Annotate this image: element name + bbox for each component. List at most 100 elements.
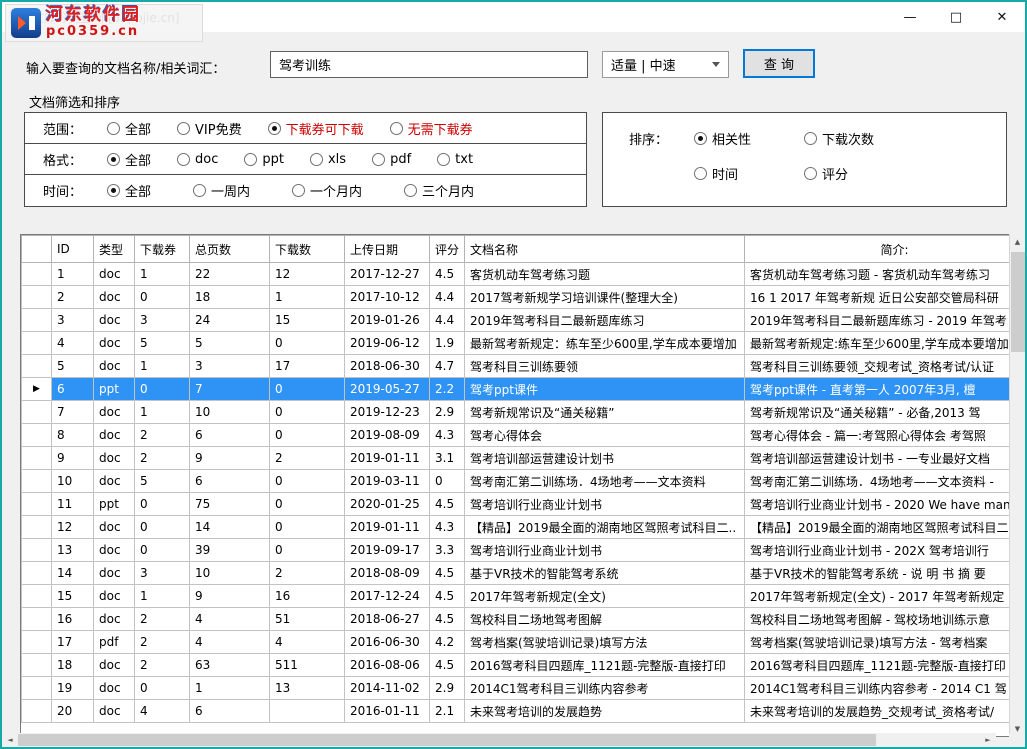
speed-select-value: 适量 | 中速 [611,55,676,74]
column-header-8[interactable]: 简介: [745,236,1013,263]
radio-circle-icon [804,132,817,145]
cell: 12 [52,516,94,539]
cell: 511 [270,654,345,677]
scroll-left-icon[interactable]: ◄ [2,733,18,747]
column-header-2[interactable]: 下载券 [135,236,190,263]
scroll-right-icon[interactable]: ► [980,733,996,747]
radio-option-无需下载券[interactable]: 无需下载券 [390,119,473,138]
watermark-site-name: 河东软件园 [46,7,141,25]
table-row[interactable]: 3doc324152019-01-264.42019年驾考科目二最新题库练习20… [22,309,1013,332]
table-row[interactable]: 19doc01132014-11-022.92014C1驾考科目三训练内容参考2… [22,677,1013,700]
cell: 4.5 [430,263,465,286]
table-row[interactable]: 10doc5602019-03-110驾考南汇第二训练场．4场地考——文本资料驾… [22,470,1013,493]
column-header-6[interactable]: 评分 [430,236,465,263]
row-marker [22,493,52,516]
radio-option-全部[interactable]: 全部 [107,119,151,138]
row-marker [22,424,52,447]
cell: 2017年驾考新规定(全文) - 2017 年驾考新规定 [745,585,1013,608]
column-header-0[interactable]: ID [52,236,94,263]
table-row[interactable]: 5doc13172018-06-304.7驾考科目三训练要领驾考科目三训练要领_… [22,355,1013,378]
speed-select[interactable]: 适量 | 中速 [602,51,729,78]
cell: 2 [135,631,190,654]
scroll-up-icon[interactable]: ▲ [1010,234,1025,250]
radio-option-时间[interactable]: 时间 [694,164,778,183]
cell: 驾考南汇第二训练场．4场地考——文本资料 [465,470,745,493]
radio-option-ppt[interactable]: ppt [244,152,284,167]
cell: 14 [190,516,270,539]
cell: 最新驾考新规定:练车至少600里,学车成本要增加 [745,332,1013,355]
column-header-4[interactable]: 下载数 [270,236,345,263]
cell: 5 [190,332,270,355]
table-row[interactable]: 1doc122122017-12-274.5客货机动车驾考练习题客货机动车驾考练… [22,263,1013,286]
table-row[interactable]: 16doc24512018-06-274.5驾校科目二场地驾考图解驾校科目二场地… [22,608,1013,631]
cell: 驾校科目二场地驾考图解 [465,608,745,631]
cell: 【精品】2019最全面的湖南地区驾照考试科目二.. [745,516,1013,539]
cell: 24 [190,309,270,332]
cell: 16 [270,585,345,608]
row-marker-header [22,236,52,263]
cell: 3 [135,309,190,332]
column-header-3[interactable]: 总页数 [190,236,270,263]
table-row[interactable]: 13doc03902019-09-173.3驾考培训行业商业计划书驾考培训行业商… [22,539,1013,562]
horizontal-scrollbar[interactable]: ◄ ► [2,733,996,747]
vertical-scrollbar[interactable]: ▲ ▼ [1009,234,1025,737]
column-header-7[interactable]: 文档名称 [465,236,745,263]
table-row[interactable]: ▶6ppt0702019-05-272.2驾考ppt课件驾考ppt课件 - 直考… [22,378,1013,401]
table-row[interactable]: 2doc01812017-10-124.42017驾考新规学习培训课件(整理大全… [22,286,1013,309]
radio-option-pdf[interactable]: pdf [372,152,411,167]
row-marker [22,539,52,562]
horizontal-scrollbar-thumb[interactable] [18,734,876,746]
maximize-button[interactable]: □ [933,2,979,32]
radio-option-xls[interactable]: xls [310,152,346,167]
cell: 0 [135,493,190,516]
radio-option-评分[interactable]: 评分 [804,164,888,183]
query-button[interactable]: 查 询 [743,49,815,78]
cell: 15 [270,309,345,332]
cell: 14 [52,562,94,585]
cell: 2016驾考科目四题库_1121题-完整版-直接打印 [745,654,1013,677]
table-row[interactable]: 9doc2922019-01-113.1驾考培训部运营建设计划书驾考培训部运营建… [22,447,1013,470]
radio-option-三个月内[interactable]: 三个月内 [404,181,474,200]
radio-option-下载次数[interactable]: 下载次数 [804,129,888,148]
column-header-1[interactable]: 类型 [94,236,135,263]
cell: 9 [190,447,270,470]
column-header-5[interactable]: 上传日期 [345,236,430,263]
table-row[interactable]: 4doc5502019-06-121.9最新驾考新规定：练车至少600里,学车成… [22,332,1013,355]
radio-label: 下载券可下载 [286,119,364,138]
radio-option-一周内[interactable]: 一周内 [193,181,250,200]
table-row[interactable]: 17pdf2442016-06-304.2驾考档案(驾驶培训记录)填写方法驾考档… [22,631,1013,654]
cell: 1 [270,286,345,309]
table-row[interactable]: 7doc11002019-12-232.9驾考新规常识及“通关秘籍”驾考新规常识… [22,401,1013,424]
radio-option-一个月内[interactable]: 一个月内 [292,181,362,200]
cell: doc [94,470,135,493]
table-row[interactable]: 14doc31022018-08-094.5基于VR技术的智能驾考系统基于VR技… [22,562,1013,585]
radio-option-全部[interactable]: 全部 [107,181,151,200]
radio-option-相关性[interactable]: 相关性 [694,129,778,148]
table-row[interactable]: 18doc2635112016-08-064.52016驾考科目四题库_1121… [22,654,1013,677]
radio-option-VIP免费[interactable]: VIP免费 [177,119,242,138]
cell: 未来驾考培训的发展趋势_交规考试_资格考试/ [745,700,1013,723]
search-input[interactable] [270,51,588,78]
table-row[interactable]: 20doc462016-01-112.1未来驾考培训的发展趋势未来驾考培训的发展… [22,700,1013,723]
table-row[interactable]: 11ppt07502020-01-254.5驾考培训行业商业计划书驾考培训行业商… [22,493,1013,516]
cell: 2019-09-17 [345,539,430,562]
vertical-scrollbar-thumb[interactable] [1011,252,1025,352]
cell: doc [94,700,135,723]
row-marker [22,470,52,493]
radio-option-txt[interactable]: txt [437,152,473,167]
cell: 2019-01-11 [345,447,430,470]
close-button[interactable]: ✕ [979,2,1025,32]
cell: 2 [135,654,190,677]
radio-option-下载券可下载[interactable]: 下载券可下载 [268,119,364,138]
cell: 2.2 [430,378,465,401]
table-row[interactable]: 12doc01402019-01-114.3【精品】2019最全面的湖南地区驾照… [22,516,1013,539]
cell: 4.5 [430,585,465,608]
radio-option-全部[interactable]: 全部 [107,150,151,169]
app-window: 文库分类查询 [52pojie.cn] — □ ✕ 河东软件园 pc0359.c… [0,0,1027,749]
row-marker [22,654,52,677]
radio-option-doc[interactable]: doc [177,152,218,167]
table-row[interactable]: 8doc2602019-08-094.3驾考心得体会驾考心得体会 - 篇一:考驾… [22,424,1013,447]
table-row[interactable]: 15doc19162017-12-244.52017年驾考新规定(全文)2017… [22,585,1013,608]
minimize-button[interactable]: — [887,2,933,32]
radio-circle-icon [292,184,305,197]
